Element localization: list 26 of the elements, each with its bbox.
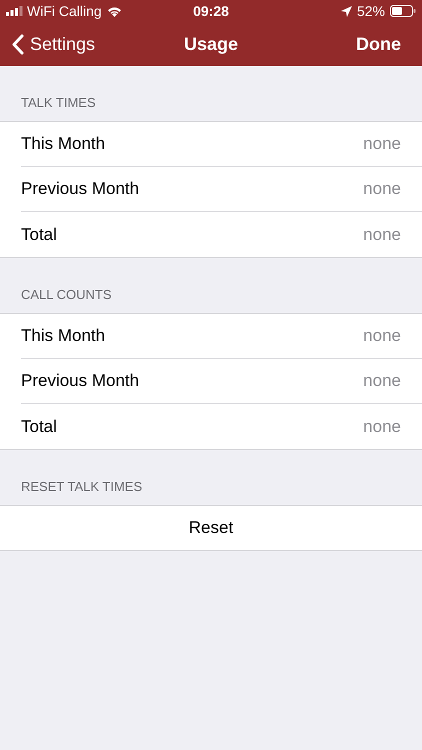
- row-label: Total: [21, 416, 57, 438]
- battery-icon: [390, 5, 416, 17]
- row-label: Previous Month: [21, 178, 140, 200]
- carrier-label: WiFi Calling: [27, 2, 102, 21]
- nav-title: Usage: [184, 32, 238, 56]
- row-label: This Month: [21, 325, 106, 348]
- section-header: TALK TIMES: [21, 94, 96, 112]
- section-header: CALL COUNTS: [21, 286, 112, 304]
- row-label: Previous Month: [21, 370, 140, 392]
- row-value: none: [363, 416, 401, 438]
- row-value: none: [363, 325, 401, 348]
- done-button[interactable]: Done: [356, 30, 410, 58]
- battery-percent: 52%: [356, 2, 385, 20]
- back-button[interactable]: Settings: [12, 30, 96, 58]
- row-value: none: [363, 178, 401, 200]
- row-label: Total: [21, 224, 57, 246]
- section-header: RESET TALK TIMES: [21, 478, 142, 496]
- status-time: 09:28: [193, 2, 229, 20]
- wifi-icon: [106, 6, 122, 16]
- location-arrow-icon: [340, 6, 352, 16]
- signal-icon: [6, 6, 23, 16]
- row-value: none: [363, 370, 401, 392]
- row-value: none: [363, 224, 401, 246]
- row-value: none: [363, 133, 401, 156]
- row-label: This Month: [21, 133, 106, 156]
- back-chevron-icon: [12, 34, 24, 54]
